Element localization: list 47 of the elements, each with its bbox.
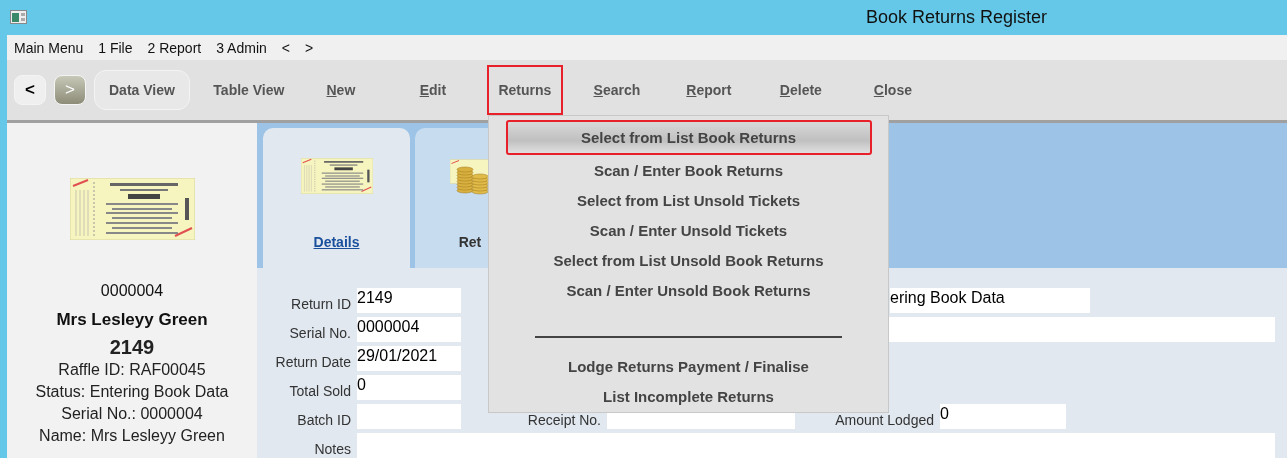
field-label: Serial No. (289, 324, 351, 342)
toolbar-button[interactable]: Data View (94, 70, 190, 110)
window-icon (10, 10, 27, 24)
field-label: Return Date (275, 353, 351, 371)
field-label: Return ID (291, 295, 351, 313)
toolbar-button[interactable]: New (294, 65, 387, 115)
nav-button[interactable]: < (14, 75, 46, 105)
person-name: Mrs Lesleyy Green (56, 310, 208, 330)
toolbar-button[interactable]: Close (846, 65, 939, 115)
text-field[interactable]: 0000004 (357, 317, 461, 342)
serial-number: 0000004 (100, 282, 164, 300)
field-label: Amount Lodged (835, 411, 934, 429)
menu-item[interactable]: > (305, 39, 314, 56)
text-field[interactable]: ering Book Data (890, 288, 1090, 313)
window-title: Book Returns Register (866, 7, 1048, 28)
menu-item[interactable]: < (281, 39, 290, 56)
toolbar-button[interactable]: Delete (754, 65, 847, 115)
toolbar-button[interactable]: Search (570, 65, 663, 115)
toolbar-button[interactable]: Report (662, 65, 755, 115)
menu-item[interactable]: 3 Admin (216, 39, 267, 56)
summary-line: Status: Entering Book Data (35, 382, 229, 402)
field-label: Receipt No. (527, 411, 601, 429)
summary-line: Name: Mrs Lesleyy Green (39, 426, 225, 446)
menu-item[interactable]: Lodge Returns Payment / Finalise (507, 351, 870, 382)
return-id: 2149 (109, 336, 155, 359)
text-field[interactable]: 0 (357, 375, 461, 400)
summary-line: Serial No.: 0000004 (61, 404, 203, 424)
text-field[interactable]: 0 (940, 404, 1066, 429)
text-field[interactable] (357, 404, 461, 429)
text-field[interactable]: 2149 (357, 288, 461, 313)
menu-item[interactable]: Main Menu (14, 39, 84, 56)
toolbar-button[interactable]: Edit (386, 65, 479, 115)
toolbar-button[interactable]: Returns (486, 65, 563, 115)
toolbar-button[interactable]: Table View (202, 65, 295, 115)
summary-line: Raffle ID: RAF00045 (58, 360, 206, 380)
tab[interactable]: Details (263, 128, 410, 268)
field-label: Notes (314, 440, 351, 458)
menu-item[interactable]: List Incomplete Returns (507, 381, 870, 413)
menu-item[interactable]: 2 Report (147, 39, 202, 56)
field-label: Total Sold (289, 382, 351, 400)
field-label: Batch ID (297, 411, 351, 429)
menu-item[interactable]: 1 File (98, 39, 133, 56)
menu-item[interactable]: Select from List Book Returns (505, 120, 872, 155)
text-field[interactable] (357, 433, 1275, 458)
text-field[interactable]: 29/01/2021 (357, 346, 461, 371)
menu-item[interactable]: Scan / Enter Unsold Book Returns (507, 275, 870, 306)
ticket-and-coins-drawing (450, 158, 490, 196)
